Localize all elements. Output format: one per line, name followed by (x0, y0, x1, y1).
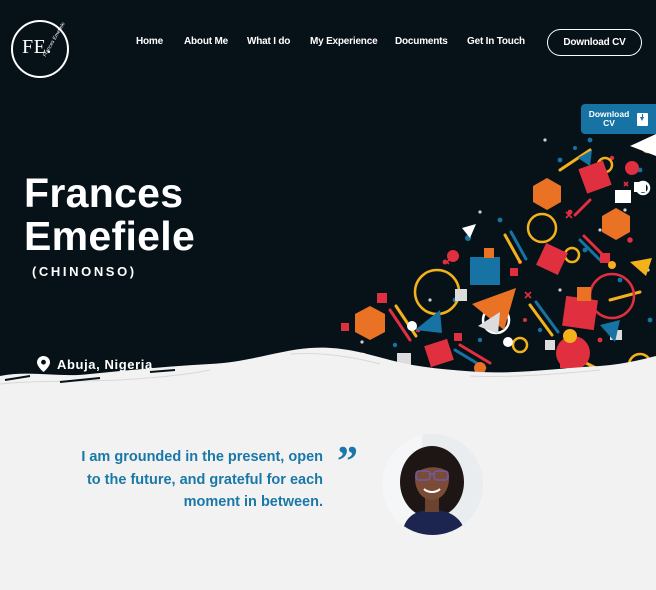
profile-photo-illustration (382, 434, 483, 535)
hero-section: FE. Frances Emefiele Home About Me What … (0, 0, 656, 400)
nav-my-experience[interactable]: My Experience (310, 36, 378, 47)
download-cv-button[interactable]: Download CV (547, 29, 642, 56)
personal-quote: I am grounded in the present, open to th… (81, 449, 323, 510)
hero-location: Abuja, Nigeria (37, 356, 153, 372)
map-pin-icon (37, 356, 50, 372)
hero-first-name: Frances (24, 170, 184, 216)
nav-about-me[interactable]: About Me (184, 36, 228, 47)
hero-last-name: Emefiele (24, 213, 196, 259)
quote-mark-icon: ” (337, 439, 358, 485)
nav-what-i-do[interactable]: What I do (247, 36, 290, 47)
nav-home[interactable]: Home (136, 36, 163, 47)
hero-location-text: Abuja, Nigeria (57, 356, 153, 372)
site-logo[interactable]: FE. Frances Emefiele (11, 20, 69, 78)
download-file-icon (637, 112, 648, 126)
nav-documents[interactable]: Documents (395, 36, 448, 47)
nav-get-in-touch[interactable]: Get In Touch (467, 36, 525, 47)
floating-download-cv-button[interactable]: Download CV (581, 104, 656, 134)
hero-nickname: (CHINONSO) (32, 264, 137, 279)
hero-name: Frances Emefiele (24, 172, 195, 258)
floating-download-cv-label: Download CV (588, 109, 630, 128)
profile-photo (382, 434, 483, 535)
